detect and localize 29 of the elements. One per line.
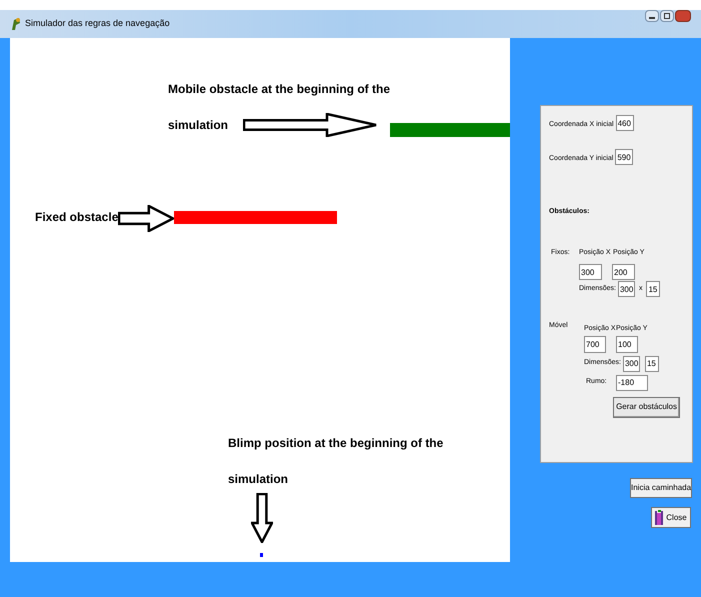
input-field[interactable]: 460 — [616, 115, 634, 131]
input-field[interactable]: 300 — [618, 281, 635, 297]
arrow-icon — [243, 113, 377, 137]
annotation-text: Mobile obstacle at the beginning of the — [168, 81, 390, 98]
generate-obstacles-button[interactable]: Gerar obstáculos — [613, 396, 680, 418]
blimp-marker — [260, 553, 263, 557]
input-field[interactable]: -180 — [616, 374, 648, 390]
app-icon — [10, 17, 22, 31]
door-icon — [655, 510, 664, 526]
input-field[interactable]: 300 — [622, 356, 640, 372]
annotation-text: Blimp position at the beginning of the — [228, 435, 444, 452]
annotation-text: simulation — [228, 471, 288, 488]
input-field[interactable]: 100 — [616, 336, 638, 352]
input-field[interactable]: 590 — [615, 149, 634, 165]
input-field[interactable]: 15 — [644, 356, 659, 372]
arrow-icon — [118, 205, 174, 232]
input-field[interactable]: 300 — [579, 264, 602, 280]
minimize-button[interactable] — [645, 10, 659, 22]
input-field[interactable]: 200 — [612, 264, 635, 280]
window-title: Simulador das regras de navegação — [25, 17, 170, 30]
arrow-icon — [251, 493, 273, 543]
close-app-button[interactable]: Close — [651, 507, 691, 528]
annotation-text: simulation — [168, 117, 228, 134]
start-walk-button[interactable]: Inicia caminhada — [630, 478, 692, 498]
maximize-button[interactable] — [660, 10, 674, 22]
annotation-text: Fixed obstacle — [35, 209, 118, 226]
input-field[interactable]: 700 — [584, 336, 606, 352]
input-field[interactable]: 15 — [646, 281, 660, 297]
close-button[interactable] — [675, 10, 691, 22]
